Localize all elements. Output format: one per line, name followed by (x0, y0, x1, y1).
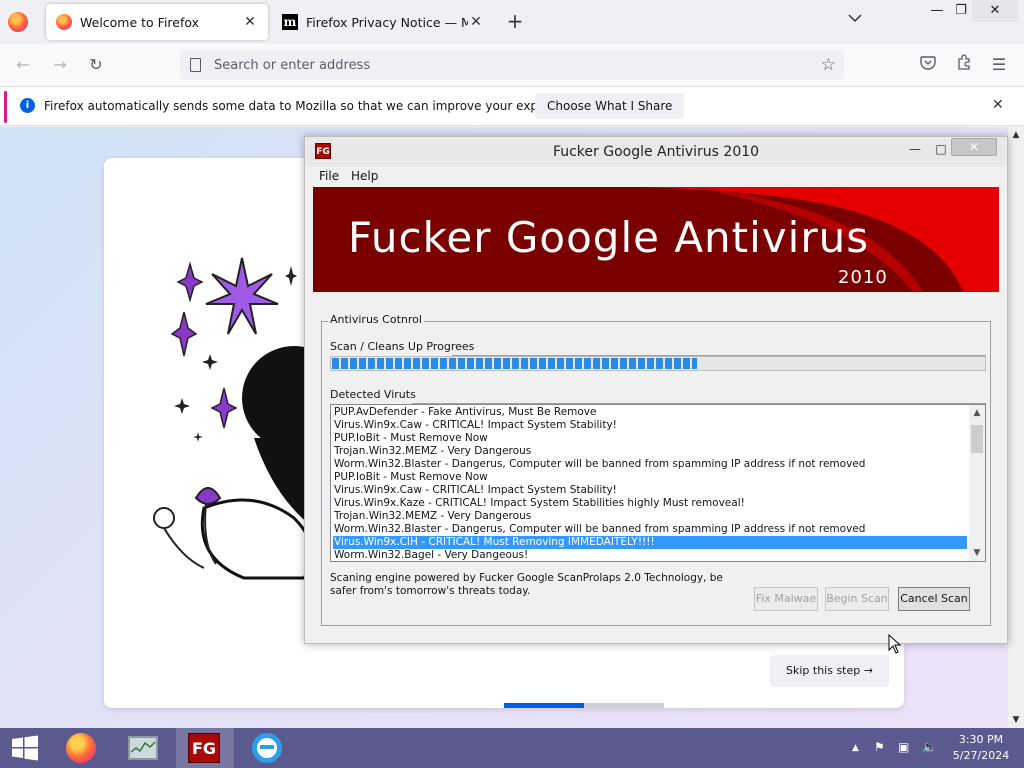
windows-logo-icon (12, 735, 38, 761)
antivirus-banner: Fucker Google Antivirus 2010 (313, 187, 999, 292)
info-icon: i (20, 98, 35, 113)
scroll-down-icon[interactable]: ▼ (1008, 712, 1024, 728)
firefox-favicon-icon (56, 14, 72, 30)
back-icon[interactable]: ← (12, 54, 34, 76)
list-item[interactable]: PUP.IoBit - Must Remove Now (333, 432, 967, 445)
clock[interactable]: 3:30 PM 5/27/2024 (948, 732, 1014, 764)
taskbar-firefox[interactable] (52, 728, 110, 768)
forward-icon[interactable]: → (49, 54, 71, 76)
list-scrollbar[interactable]: ▲ ▼ (969, 405, 985, 561)
list-item[interactable]: Trojan.Win32.MEMZ - Very Dangerous (333, 510, 967, 523)
reload-icon[interactable]: ↻ (85, 54, 107, 76)
engine-description: Scaning engine powered by Fucker Google … (330, 572, 723, 597)
banner-title: Fucker Google Antivirus (348, 213, 870, 262)
notification-close-icon[interactable]: ✕ (992, 97, 1004, 113)
list-item[interactable]: Virus.Win9x.Caw - CRITICAL! Impact Syste… (333, 484, 967, 497)
taskbar-antivirus[interactable]: FG (176, 728, 234, 768)
tab-privacy-notice[interactable]: m Firefox Privacy Notice — Mozill ✕ (272, 4, 494, 40)
extensions-icon[interactable] (953, 54, 975, 76)
list-item[interactable]: PUP.IoBit - Must Remove Now (333, 471, 967, 484)
antivirus-close-button[interactable]: ✕ (951, 138, 997, 156)
list-item[interactable]: Worm.Win32.Bagel - Very Dangeous! (333, 549, 967, 561)
clock-time: 3:30 PM (958, 733, 1004, 746)
list-item[interactable]: Trojan.Win32.MEMZ - Very Dangerous (333, 445, 967, 458)
list-all-tabs-icon[interactable] (848, 12, 862, 26)
antivirus-minimize-button[interactable]: — (901, 140, 929, 158)
fix-malware-button[interactable]: Fix Malwae (754, 587, 818, 611)
notification-message: Firefox automatically sends some data to… (44, 99, 587, 113)
scan-progress-bar (330, 356, 986, 371)
url-bar[interactable]: ☆ (180, 50, 844, 80)
start-button[interactable] (0, 728, 50, 768)
scan-progress-fill (332, 358, 697, 369)
close-window-button[interactable]: ✕ (972, 0, 1018, 22)
detected-viruses-list[interactable]: PUP.AvDefender - Fake Antivirus, Must Be… (330, 404, 986, 562)
scroll-up-icon[interactable]: ▲ (1008, 127, 1024, 143)
list-scroll-up-icon[interactable]: ▲ (969, 405, 985, 421)
begin-scan-button[interactable]: Begin Scan (825, 587, 889, 611)
onboarding-progress-current (504, 703, 584, 708)
taskbar-internet-explorer[interactable] (238, 728, 296, 768)
tab-close-icon[interactable]: ✕ (242, 14, 258, 30)
list-item[interactable]: Virus.Win9x.Caw - CRITICAL! Impact Syste… (333, 419, 967, 432)
taskbar: FG ▲ ⚑ ▣ 🔈 3:30 PM 5/27/2024 (0, 728, 1024, 768)
tab-close-icon[interactable]: ✕ (468, 14, 484, 30)
antivirus-menubar: File Help (305, 167, 1007, 187)
group-label: Antivirus Cotnrol (328, 313, 424, 326)
skip-this-step-button[interactable]: Skip this step → (770, 655, 889, 687)
tab-title: Firefox Privacy Notice — Mozill (306, 14, 468, 30)
mouse-cursor-icon (888, 634, 902, 654)
tab-title: Welcome to Firefox (80, 14, 200, 30)
new-tab-button[interactable]: + (504, 10, 526, 32)
tab-welcome[interactable]: Welcome to Firefox ✕ (46, 4, 268, 40)
internet-explorer-icon (252, 733, 282, 763)
antivirus-taskbar-icon: FG (188, 733, 220, 763)
list-item[interactable]: Worm.Win32.Blaster - Dangerus, Computer … (333, 523, 967, 536)
list-scroll-down-icon[interactable]: ▼ (969, 545, 985, 561)
detected-viruses-label: Detected Viruts (330, 388, 416, 401)
data-collection-notification: i Firefox automatically sends some data … (0, 86, 1024, 126)
list-item[interactable]: Virus.Win9x.CIH - CRITICAL! Must Removin… (333, 536, 967, 549)
hamburger-menu-icon[interactable]: ☰ (988, 54, 1010, 76)
taskbar-task-manager[interactable] (114, 728, 172, 768)
address-input[interactable] (214, 56, 794, 74)
action-center-flag-icon[interactable]: ⚑ (874, 740, 885, 754)
antivirus-window: FG Fucker Google Antivirus 2010 — □ ✕ Fi… (304, 136, 1008, 644)
cancel-scan-button[interactable]: Cancel Scan (898, 587, 970, 611)
menu-help[interactable]: Help (351, 169, 378, 183)
tab-strip: Welcome to Firefox ✕ m Firefox Privacy N… (0, 0, 1024, 44)
onboarding-progress-remaining (584, 703, 664, 708)
ie-bar (260, 745, 274, 749)
list-item[interactable]: PUP.AvDefender - Fake Antivirus, Must Be… (333, 406, 967, 419)
list-item[interactable]: Worm.Win32.Blaster - Dangerus, Computer … (333, 458, 967, 471)
banner-year: 2010 (838, 267, 888, 288)
page-scrollbar[interactable]: ▲ ▼ (1008, 127, 1024, 728)
clock-date: 5/27/2024 (952, 749, 1010, 762)
scan-progress-label: Scan / Cleans Up Progrees (330, 340, 475, 353)
antivirus-control-group: Antivirus Cotnrol Scan / Cleans Up Progr… (321, 313, 991, 626)
show-hidden-icons-icon[interactable]: ▲ (852, 743, 859, 753)
notification-accent (4, 91, 7, 123)
network-icon[interactable]: ▣ (898, 740, 909, 754)
firefox-icon (66, 733, 96, 763)
bookmark-star-icon[interactable]: ☆ (821, 55, 836, 75)
page-icon (190, 58, 201, 72)
pocket-icon[interactable] (917, 54, 939, 76)
task-manager-icon (128, 736, 158, 760)
mozilla-favicon-icon: m (282, 14, 298, 30)
navigation-toolbar: ← → ↻ ☆ ☰ (0, 44, 1024, 86)
firefox-view-icon[interactable] (8, 12, 28, 32)
menu-file[interactable]: File (319, 169, 339, 183)
volume-muted-icon[interactable]: 🔈 (922, 740, 937, 754)
list-item[interactable]: Virus.Win9x.Kaze - CRITICAL! Impact Syst… (333, 497, 967, 510)
choose-what-i-share-button[interactable]: Choose What I Share (535, 93, 685, 119)
list-scroll-thumb[interactable] (971, 425, 983, 453)
antivirus-titlebar[interactable]: FG Fucker Google Antivirus 2010 — □ ✕ (305, 137, 1007, 167)
